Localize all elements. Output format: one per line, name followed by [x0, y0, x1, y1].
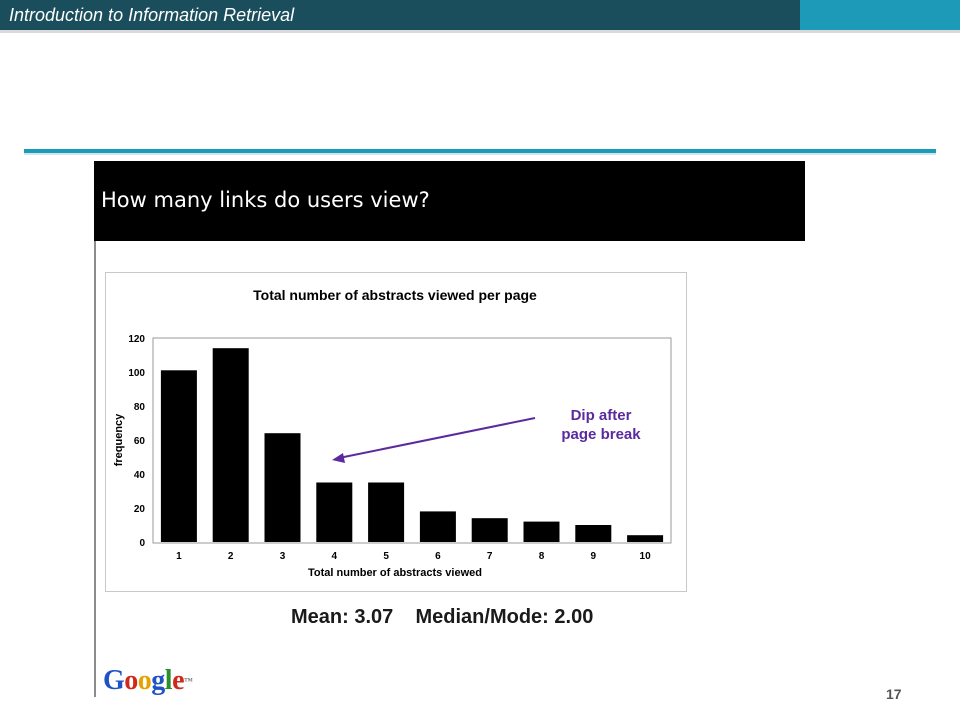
x-tick-label: 5 [383, 551, 389, 562]
figure-banner: How many links do users view? [94, 161, 805, 241]
figure-left-rule [94, 241, 96, 697]
bar-7 [471, 518, 508, 542]
page-number: 17 [886, 686, 902, 702]
median-mode-stat: Median/Mode: 2.00 [415, 606, 594, 628]
x-tick-label: 4 [332, 551, 338, 562]
x-tick-label: 10 [640, 551, 652, 562]
bar-8 [523, 521, 560, 542]
y-tick-label: 60 [134, 436, 146, 447]
x-tick-label: 6 [435, 551, 441, 562]
x-axis-ticks: 1 2 3 4 5 6 7 8 9 10 [176, 551, 651, 562]
y-axis-label: frequency [113, 413, 125, 466]
figure-banner-title: How many links do users view? [101, 188, 430, 212]
x-tick-label: 7 [487, 551, 493, 562]
y-tick-label: 120 [128, 334, 145, 345]
bar-2 [212, 348, 249, 542]
bar-10 [627, 535, 664, 542]
bar-6 [419, 511, 456, 542]
google-logo: Google™ [103, 665, 193, 696]
bar-3 [264, 433, 301, 542]
x-tick-label: 3 [280, 551, 286, 562]
course-title: Introduction to Information Retrieval [9, 5, 295, 25]
bar-4 [316, 482, 353, 542]
title-divider-shadow [24, 153, 936, 155]
x-tick-label: 2 [228, 551, 234, 562]
annotation-line-1: Dip after [571, 407, 632, 424]
bar-5 [368, 482, 405, 542]
bar-9 [575, 525, 612, 542]
y-axis-ticks: 0 20 40 60 80 100 120 [128, 334, 145, 549]
bars [160, 348, 664, 542]
bar-chart: Total number of abstracts viewed per pag… [113, 287, 672, 579]
mean-stat: Mean: 3.07 [291, 606, 394, 628]
y-tick-label: 20 [134, 504, 146, 515]
summary-stats: Mean: 3.07 Median/Mode: 2.00 [291, 606, 593, 629]
stats-gap [393, 606, 415, 628]
x-axis-label: Total number of abstracts viewed [308, 567, 482, 579]
y-tick-label: 0 [139, 538, 145, 549]
header-underline [0, 30, 960, 33]
x-tick-label: 8 [539, 551, 545, 562]
y-tick-label: 100 [128, 368, 145, 379]
annotation-arrowhead [332, 453, 345, 463]
x-tick-label: 9 [591, 551, 597, 562]
annotation-line-2: page break [561, 426, 641, 443]
header-accent-bar [800, 0, 960, 30]
y-tick-label: 80 [134, 402, 146, 413]
y-tick-label: 40 [134, 470, 146, 481]
x-tick-label: 1 [176, 551, 182, 562]
bar-1 [160, 370, 197, 542]
annotation-arrow [338, 417, 536, 459]
chart-title: Total number of abstracts viewed per pag… [253, 287, 537, 303]
